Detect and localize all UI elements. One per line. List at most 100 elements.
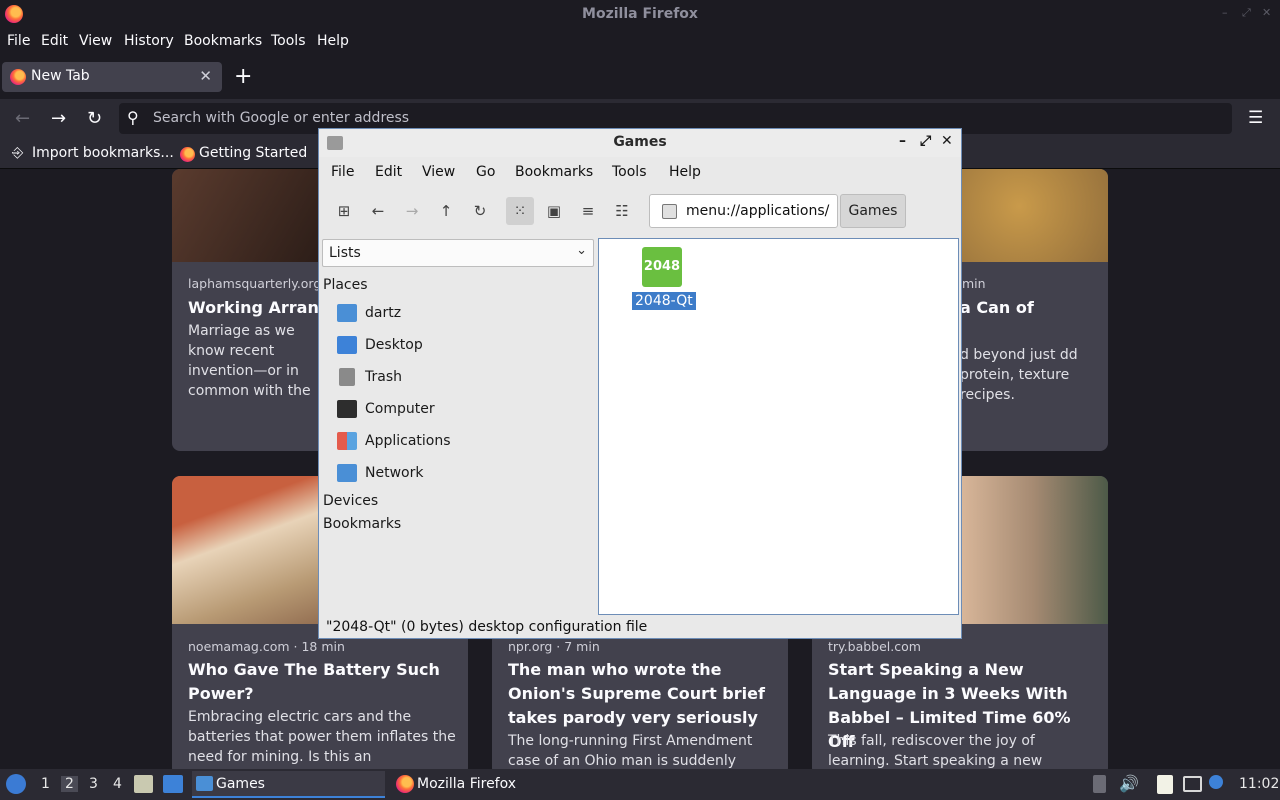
forward-icon[interactable]: → [51, 108, 66, 129]
story-source: noemamag.com · 18 min [188, 639, 345, 654]
menu-help[interactable]: Help [317, 33, 349, 49]
url-placeholder: Search with Google or enter address [153, 110, 410, 126]
location-bar[interactable]: menu://applications/ [649, 194, 838, 228]
location-icon [662, 204, 677, 219]
close-icon[interactable]: ✕ [1262, 7, 1272, 18]
breadcrumb-games[interactable]: Games [840, 194, 906, 228]
file-manager-launcher-icon[interactable] [134, 775, 153, 793]
new-tab-icon[interactable]: ⊞ [330, 197, 358, 225]
place-label: dartz [365, 305, 402, 321]
menu-edit[interactable]: Edit [41, 33, 68, 49]
update-notifier-icon[interactable] [1209, 775, 1223, 789]
menu-hamburger-icon[interactable]: ☰ [1248, 108, 1263, 128]
menu-history[interactable]: History [124, 33, 174, 49]
place-label: Trash [365, 369, 402, 385]
firefox-menubar: File Edit View History Bookmarks Tools H… [0, 29, 1280, 55]
place-trash[interactable]: Trash [337, 365, 587, 391]
place-computer[interactable]: Computer [337, 397, 587, 423]
compact-view-icon[interactable]: ≡ [574, 197, 602, 225]
fm-menu-help[interactable]: Help [669, 164, 701, 180]
minimize-icon[interactable]: – [899, 133, 906, 149]
side-pane-mode-select[interactable]: Lists ⌄ [322, 239, 594, 267]
reload-icon[interactable]: ↻ [466, 197, 494, 225]
task-games[interactable]: Games [192, 771, 385, 798]
menu-bookmarks[interactable]: Bookmarks [184, 33, 262, 49]
story-excerpt: Marriage as we know recent invention—or … [188, 323, 311, 399]
forward-icon[interactable]: → [398, 197, 426, 225]
fm-menu-edit[interactable]: Edit [375, 164, 402, 180]
clock[interactable]: 11:02 [1239, 776, 1279, 792]
search-icon: ⚲ [127, 108, 139, 127]
detailed-list-icon[interactable]: ☷ [608, 197, 636, 225]
place-label: Computer [365, 401, 435, 417]
new-tab-button[interactable]: + [234, 64, 252, 89]
place-dartz[interactable]: dartz [337, 301, 587, 327]
file-manager-window: Games – ⤢ ✕ File Edit View Go Bookmarks … [318, 128, 962, 639]
menu-view[interactable]: View [79, 33, 112, 49]
tab-label: New Tab [31, 68, 90, 84]
app-2048-icon[interactable]: 2048 [642, 247, 682, 287]
maximize-icon[interactable]: ⤢ [1242, 7, 1252, 18]
firefox-titlebar: Mozilla Firefox – ⤢ ✕ [0, 0, 1280, 29]
fm-menu-view[interactable]: View [422, 164, 455, 180]
app-2048-label[interactable]: 2048-Qt [632, 292, 696, 310]
workspace-4[interactable]: 4 [113, 776, 122, 792]
thumbnail-view-icon[interactable]: ▣ [540, 197, 568, 225]
network-icon[interactable] [1183, 776, 1202, 792]
bookmarks-heading: Bookmarks [323, 516, 402, 532]
story-excerpt: d beyond just dd protein, texture recipe… [960, 347, 1078, 403]
chevron-down-icon: ⌄ [576, 243, 587, 258]
up-icon[interactable]: ↑ [432, 197, 460, 225]
menu-file[interactable]: File [7, 33, 30, 49]
import-icon: ⎆ [12, 145, 24, 161]
fm-menu-go[interactable]: Go [476, 164, 495, 180]
folder-view[interactable]: 2048 2048-Qt [598, 238, 959, 615]
fm-menu-bookmarks[interactable]: Bookmarks [515, 164, 593, 180]
fm-menu-tools[interactable]: Tools [612, 164, 647, 180]
close-icon[interactable]: ✕ [941, 133, 953, 149]
network-folder-icon [337, 464, 357, 482]
story-source: try.babbel.com [828, 639, 921, 654]
applications-icon [337, 432, 357, 450]
volume-icon[interactable]: 🔊 [1119, 774, 1139, 793]
devices-heading: Devices [323, 493, 379, 509]
back-icon[interactable]: ← [364, 197, 392, 225]
workspace-2[interactable]: 2 [61, 776, 78, 792]
trash-icon [339, 368, 355, 386]
window-title: Mozilla Firefox [582, 6, 698, 22]
fm-menu-file[interactable]: File [331, 164, 354, 180]
show-desktop-icon[interactable] [163, 775, 183, 793]
workspace-1[interactable]: 1 [41, 776, 50, 792]
place-network[interactable]: Network [337, 461, 587, 487]
story-title: Who Gave The Battery Such Power? [188, 660, 440, 703]
firefox-favicon-icon [10, 69, 26, 85]
tab-new-tab[interactable]: New Tab ✕ [2, 62, 222, 92]
workspace-3[interactable]: 3 [89, 776, 98, 792]
story-title: The man who wrote the Onion's Supreme Co… [508, 660, 765, 727]
reload-icon[interactable]: ↻ [87, 108, 102, 129]
task-firefox[interactable]: Mozilla Firefox [393, 771, 593, 798]
maximize-icon[interactable]: ⤢ [920, 133, 931, 149]
place-desktop[interactable]: Desktop [337, 333, 587, 359]
clipboard-icon[interactable] [1157, 775, 1173, 794]
tab-close-icon[interactable]: ✕ [199, 67, 212, 85]
side-pane: Lists ⌄ Places dartz Desktop Trash Compu… [319, 237, 597, 615]
place-label: Desktop [365, 337, 423, 353]
tray-eject-icon[interactable] [1093, 775, 1106, 793]
start-menu-icon[interactable] [6, 774, 26, 794]
story-source: min [962, 276, 986, 291]
bookmark-getting-started[interactable]: Getting Started [199, 145, 307, 161]
bookmark-import[interactable]: Import bookmarks... [32, 145, 174, 161]
file-manager-titlebar[interactable]: Games – ⤢ ✕ [319, 129, 961, 157]
menu-tools[interactable]: Tools [271, 33, 306, 49]
story-excerpt: Embracing electric cars and the batterie… [188, 709, 456, 776]
task-label: Games [216, 776, 265, 792]
back-icon[interactable]: ← [15, 108, 30, 129]
status-bar: "2048-Qt" (0 bytes) desktop configuratio… [319, 615, 961, 639]
minimize-icon[interactable]: – [1222, 7, 1232, 18]
home-folder-icon [337, 304, 357, 322]
icon-view-icon[interactable]: ⁙ [506, 197, 534, 225]
place-label: Applications [365, 433, 451, 449]
place-label: Network [365, 465, 424, 481]
place-applications[interactable]: Applications [337, 429, 587, 455]
